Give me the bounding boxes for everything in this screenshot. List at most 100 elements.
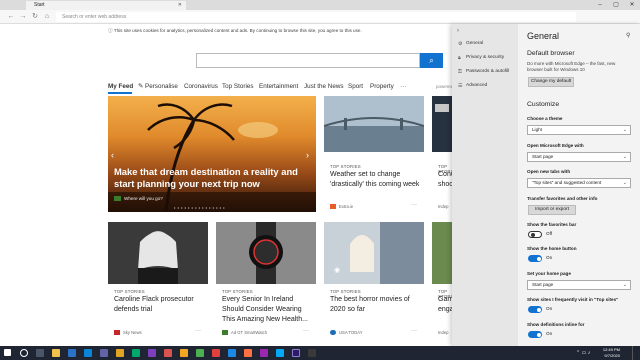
home-page-select[interactable]: Start page ⌄ xyxy=(527,280,631,290)
sports-image xyxy=(432,222,452,284)
system-tray-icons[interactable]: ⌃ ▭ ♪ xyxy=(576,350,590,356)
change-default-button[interactable]: Change my default xyxy=(528,77,574,87)
card-source: Ad GT SmartWatch xyxy=(222,330,267,336)
theme-label: Choose a theme xyxy=(527,116,563,121)
tab-entertainment[interactable]: Entertainment xyxy=(259,82,298,92)
tab-just-the-news[interactable]: Just the News xyxy=(304,82,344,92)
file-explorer-icon[interactable] xyxy=(52,349,60,357)
app-icon[interactable] xyxy=(276,349,284,357)
app-icon[interactable] xyxy=(244,349,252,357)
gear-icon: ⚙ xyxy=(458,41,463,47)
app-icon[interactable] xyxy=(228,349,236,357)
next-slide-icon[interactable]: › xyxy=(306,150,309,160)
close-window-icon[interactable]: ✕ xyxy=(624,0,640,10)
app-icon[interactable] xyxy=(180,349,188,357)
theme-select[interactable]: Light ⌄ xyxy=(527,125,631,135)
ad-logo xyxy=(114,196,121,202)
app-icon[interactable] xyxy=(212,349,220,357)
news-card-horror[interactable]: ◉ TOP STORIES The best horror movies of … xyxy=(324,222,424,340)
favorites-bar-label: Show the favorites bar xyxy=(527,222,577,227)
taskbar: ⌃ ▭ ♪ xyxy=(0,346,640,360)
sidebar-item-privacy[interactable]: Privacy & security xyxy=(466,55,504,60)
app-icon[interactable] xyxy=(148,349,156,357)
more-tabs-icon[interactable]: ··· xyxy=(400,82,406,92)
clock[interactable]: 12:49 PM 9/7/2020 xyxy=(603,347,620,359)
maximize-icon[interactable]: ▢ xyxy=(608,0,624,10)
pin-icon[interactable]: ⚲ xyxy=(626,32,630,39)
chevron-down-icon: ⌄ xyxy=(622,154,627,160)
new-tabs-select[interactable]: "Top sites" and suggested content ⌄ xyxy=(527,178,631,188)
top-sites-label: Show sites I frequently visit in "Top si… xyxy=(527,297,619,302)
home-button-toggle[interactable] xyxy=(528,255,542,262)
app-icon[interactable] xyxy=(308,349,316,357)
carousel-dots[interactable]: • • • • • • • • • • • • • • • xyxy=(174,205,225,210)
premiere-icon[interactable] xyxy=(292,349,300,357)
advanced-icon: ☰ xyxy=(458,83,463,89)
key-icon: ⚿ xyxy=(458,69,462,75)
home-icon[interactable]: ⌂ xyxy=(42,10,52,24)
notifications-icon[interactable] xyxy=(632,346,640,360)
sidebar-item-advanced[interactable]: Advanced xyxy=(466,83,487,88)
favorites-bar-toggle[interactable] xyxy=(528,231,542,238)
chevron-down-icon: ⌄ xyxy=(622,127,627,133)
hero-card[interactable]: ‹ › Make that dream destination a realit… xyxy=(108,96,316,212)
news-card-partial-1[interactable]: TOP STORIES Cono shoc Indep xyxy=(432,96,452,212)
collapse-chevron-icon[interactable]: › xyxy=(457,28,459,34)
sign-image xyxy=(432,96,452,152)
customize-heading: Customize xyxy=(527,101,560,108)
tab-personalise[interactable]: Personalise xyxy=(145,82,178,92)
more-options-icon[interactable]: ··· xyxy=(411,328,417,334)
previous-slide-icon[interactable]: ‹ xyxy=(111,150,114,160)
store-icon[interactable] xyxy=(84,349,92,357)
top-sites-toggle[interactable] xyxy=(528,306,542,313)
tab-top-stories[interactable]: Top Stories xyxy=(222,82,254,92)
definitions-label: Show definitions inline for xyxy=(527,322,585,327)
tab-property[interactable]: Property xyxy=(370,82,394,92)
minimize-icon[interactable]: – xyxy=(592,0,608,10)
definitions-toggle[interactable] xyxy=(528,331,542,338)
search-icon[interactable] xyxy=(20,349,28,357)
open-with-select[interactable]: Start page ⌄ xyxy=(527,152,631,162)
forward-icon[interactable]: → xyxy=(18,10,28,24)
sidebar-item-passwords[interactable]: Passwords & autofill xyxy=(466,69,509,74)
sidebar-item-general[interactable]: General xyxy=(466,41,483,46)
app-icon[interactable] xyxy=(196,349,204,357)
card-source: USA TODAY xyxy=(330,330,363,336)
active-tab-indicator xyxy=(108,92,132,94)
news-card-flack[interactable]: TOP STORIES Caroline Flack prosecutor de… xyxy=(108,222,208,340)
mail-icon[interactable] xyxy=(116,349,124,357)
edge-icon[interactable] xyxy=(68,349,76,357)
tab-coronavirus[interactable]: Coronavirus xyxy=(184,82,218,92)
more-options-icon[interactable]: ··· xyxy=(411,202,417,208)
portrait-image xyxy=(108,222,208,284)
tab-title: Start xyxy=(34,2,45,8)
settings-title: General xyxy=(527,31,560,41)
start-icon[interactable] xyxy=(4,349,11,356)
news-card-partial-2[interactable]: TOP STORIES Garra engag Indep xyxy=(432,222,452,340)
feed-nav: My Feed ✎ Personalise Coronavirus Top St… xyxy=(108,82,453,92)
app-icon[interactable] xyxy=(132,349,140,357)
more-options-icon[interactable]: ··· xyxy=(303,328,309,334)
search-button[interactable]: ⌕ xyxy=(420,53,443,68)
refresh-icon[interactable]: ↻ xyxy=(30,10,40,24)
address-input[interactable]: Search or enter web address xyxy=(56,12,576,22)
more-options-icon[interactable]: ··· xyxy=(195,328,201,334)
close-tab-icon[interactable]: ✕ xyxy=(178,1,182,10)
news-card-weather[interactable]: TOP STORIES Weather set to change 'drast… xyxy=(324,96,424,212)
task-view-icon[interactable] xyxy=(36,349,44,357)
chevron-down-icon: ⌄ xyxy=(622,282,627,288)
tab-start[interactable]: Start ✕ xyxy=(26,1,186,10)
app-icon[interactable] xyxy=(260,349,268,357)
hero-source: Where will you go? xyxy=(114,196,163,202)
tab-sport[interactable]: Sport xyxy=(348,82,363,92)
back-icon[interactable]: ← xyxy=(6,10,16,24)
teams-icon[interactable] xyxy=(100,349,108,357)
news-card-smartwatch[interactable]: TOP STORIES Every Senior In Ireland Shou… xyxy=(216,222,316,340)
search-input[interactable] xyxy=(196,53,420,68)
tab-my-feed[interactable]: My Feed xyxy=(108,82,133,92)
card-title: Every Senior In Ireland Should Consider … xyxy=(222,296,308,323)
app-icon[interactable] xyxy=(164,349,172,357)
default-browser-text: Do more with Microsoft Edge – the fast, … xyxy=(527,61,616,72)
pencil-icon: ✎ xyxy=(138,83,144,90)
import-export-button[interactable]: Import or export xyxy=(528,205,576,215)
